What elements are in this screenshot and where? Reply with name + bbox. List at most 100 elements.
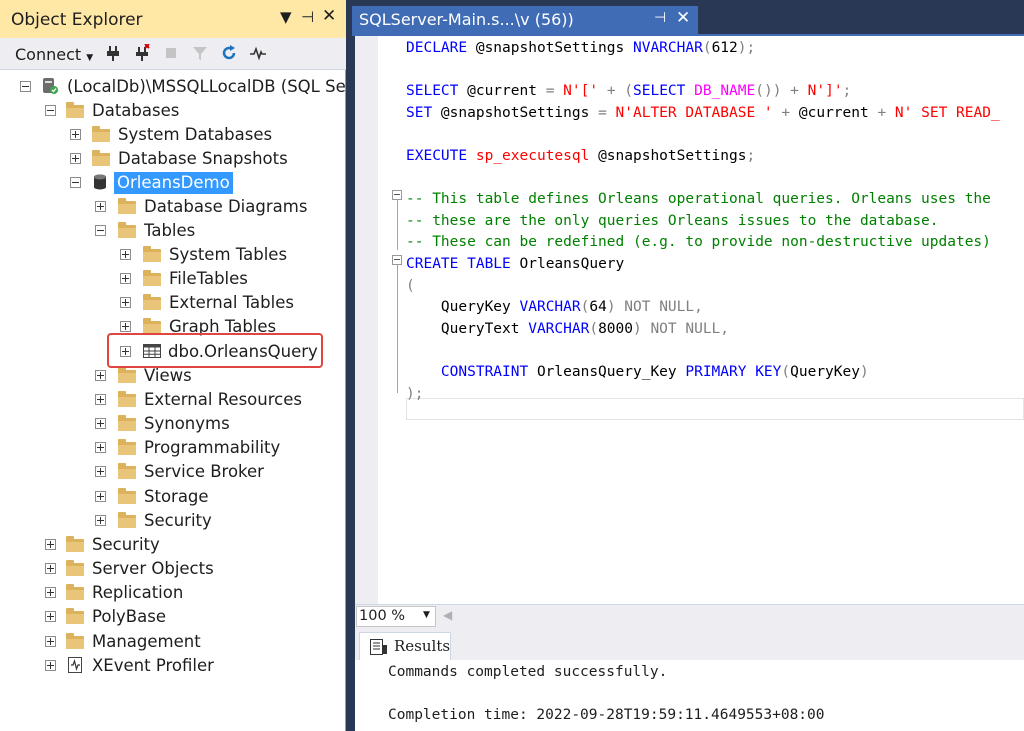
tree-node-replication[interactable]: Replication (0, 582, 345, 604)
results-pane: Commands completed successfully. Complet… (355, 660, 1024, 731)
expand-icon[interactable] (95, 466, 106, 477)
code-token: @snapshotSettings (598, 148, 747, 164)
filter-icon[interactable] (191, 44, 209, 62)
tree-node-server-objects[interactable]: Server Objects (0, 558, 345, 580)
expand-icon[interactable] (95, 201, 106, 212)
expand-icon[interactable] (95, 442, 106, 453)
expand-icon[interactable] (120, 249, 131, 260)
tree-node-system-databases[interactable]: System Databases (0, 124, 345, 146)
tree-node-external-tables[interactable]: External Tables (0, 292, 345, 314)
close-icon[interactable]: ✕ (322, 6, 336, 26)
pin-tab-icon[interactable]: ⊣ (654, 10, 666, 26)
query-editor[interactable]: DECLARE @snapshotSettings NVARCHAR(612);… (355, 36, 1024, 604)
disconnect-icon[interactable] (133, 44, 151, 62)
code-token: VARCHAR (519, 299, 581, 316)
expand-icon[interactable] (95, 491, 106, 502)
expand-icon[interactable] (95, 370, 106, 381)
tree-node-databases[interactable]: Databases (0, 100, 345, 122)
fold-collapse-icon[interactable] (392, 255, 402, 265)
connect-plug-icon[interactable] (104, 44, 122, 62)
stop-icon[interactable] (162, 44, 180, 62)
expand-icon[interactable] (120, 297, 131, 308)
auto-hide-pin-icon[interactable]: ⊣ (301, 8, 314, 26)
tree-node-label: External Resources (144, 390, 302, 409)
tree-node-label: Programmability (144, 438, 281, 457)
connect-button[interactable]: Connect ▼ (15, 45, 93, 64)
expand-icon[interactable] (70, 153, 81, 164)
code-token: ( (589, 320, 599, 337)
fold-collapse-icon[interactable] (392, 190, 402, 200)
code-token: @current (798, 104, 878, 121)
tree-node-storage[interactable]: Storage (0, 486, 345, 508)
scroll-left-icon[interactable]: ◀ (443, 608, 452, 622)
code-line: SET @snapshotSettings = N'ALTER DATABASE… (406, 102, 1000, 124)
expand-icon[interactable] (120, 321, 131, 332)
window-position-dropdown-icon[interactable]: ▼ (280, 8, 292, 26)
collapse-icon[interactable] (70, 177, 81, 188)
tree-node-tables[interactable]: Tables (0, 220, 345, 242)
expand-icon[interactable] (95, 515, 106, 526)
code-token: OrleansQuery_Key (536, 364, 686, 380)
folder-icon (118, 511, 138, 529)
code-token: -- This table defines Orleans operationa… (406, 191, 991, 208)
object-explorer-title: Object Explorer (11, 10, 143, 30)
expand-icon[interactable] (95, 418, 106, 429)
tree-node-programmability[interactable]: Programmability (0, 437, 345, 459)
query-editor-tab[interactable]: SQLServer-Main.s...\v (56)) ⊣ ✕ (352, 6, 698, 34)
collapse-icon[interactable] (20, 81, 31, 92)
tree-node-server[interactable]: (LocalDb)\MSSQLLocalDB (SQL Serv (0, 76, 345, 98)
tree-node-management[interactable]: Management (0, 631, 345, 653)
editor-gutter (355, 36, 378, 604)
sql-code[interactable]: DECLARE @snapshotSettings NVARCHAR(612);… (406, 36, 1024, 604)
tree-node-database-snapshots[interactable]: Database Snapshots (0, 148, 345, 170)
tree-node-label: (LocalDb)\MSSQLLocalDB (SQL Serv (67, 77, 345, 96)
code-token: ( (781, 364, 791, 380)
code-token: @snapshotSettings (475, 40, 633, 56)
code-line: CREATE TABLE OrleansQuery (406, 253, 624, 275)
collapse-icon[interactable] (45, 105, 56, 116)
expand-icon[interactable] (45, 636, 56, 647)
folder-icon (143, 293, 163, 311)
expand-icon[interactable] (45, 587, 56, 598)
tree-node-polybase[interactable]: PolyBase (0, 606, 345, 628)
tree-node-service-broker[interactable]: Service Broker (0, 461, 345, 483)
code-token: VARCHAR (528, 320, 590, 337)
code-token: QueryKey (790, 364, 860, 380)
tree-node-orleansdemo[interactable]: OrleansDemo (0, 172, 345, 194)
expand-icon[interactable] (70, 129, 81, 140)
close-tab-icon[interactable]: ✕ (676, 8, 690, 28)
tree-node-security[interactable]: Security (0, 534, 345, 556)
highlight-annotation-box (107, 333, 323, 368)
tree-node-synonyms[interactable]: Synonyms (0, 413, 345, 435)
object-explorer-title-bar: Object Explorer ▼ ⊣ ✕ (0, 0, 346, 38)
folder-icon (66, 535, 86, 553)
tree-node-external-resources[interactable]: External Resources (0, 389, 345, 411)
folder-icon (92, 125, 112, 143)
folder-icon (143, 269, 163, 287)
tree-node-label: Storage (144, 487, 209, 506)
editor-status-bar: 100 % ▼ ◀ (355, 604, 1024, 628)
expand-icon[interactable] (45, 611, 56, 622)
chevron-down-icon[interactable]: ▼ (423, 610, 430, 620)
collapse-icon[interactable] (95, 225, 106, 236)
expand-icon[interactable] (120, 273, 131, 284)
tree-node-system-tables[interactable]: System Tables (0, 244, 345, 266)
code-token: PRIMARY KEY (685, 364, 782, 380)
refresh-icon[interactable] (220, 44, 238, 62)
expand-icon[interactable] (45, 539, 56, 550)
xevent-icon (68, 657, 82, 673)
tree-node-database-diagrams[interactable]: Database Diagrams (0, 196, 345, 218)
activity-monitor-icon[interactable] (249, 44, 267, 62)
code-token: @current (467, 83, 546, 100)
tree-node-xevent-profiler[interactable]: XEvent Profiler (0, 655, 345, 677)
tree-node-filetables[interactable]: FileTables (0, 268, 345, 290)
tree-node-views[interactable]: Views (0, 365, 345, 387)
expand-icon[interactable] (95, 394, 106, 405)
tree-node-db-security[interactable]: Security (0, 510, 345, 532)
tree-node-label: Service Broker (144, 462, 264, 481)
folder-icon (118, 438, 138, 456)
code-token: 8000 (598, 320, 633, 337)
expand-icon[interactable] (45, 660, 56, 671)
tab-results[interactable]: Results (359, 632, 451, 660)
expand-icon[interactable] (45, 563, 56, 574)
